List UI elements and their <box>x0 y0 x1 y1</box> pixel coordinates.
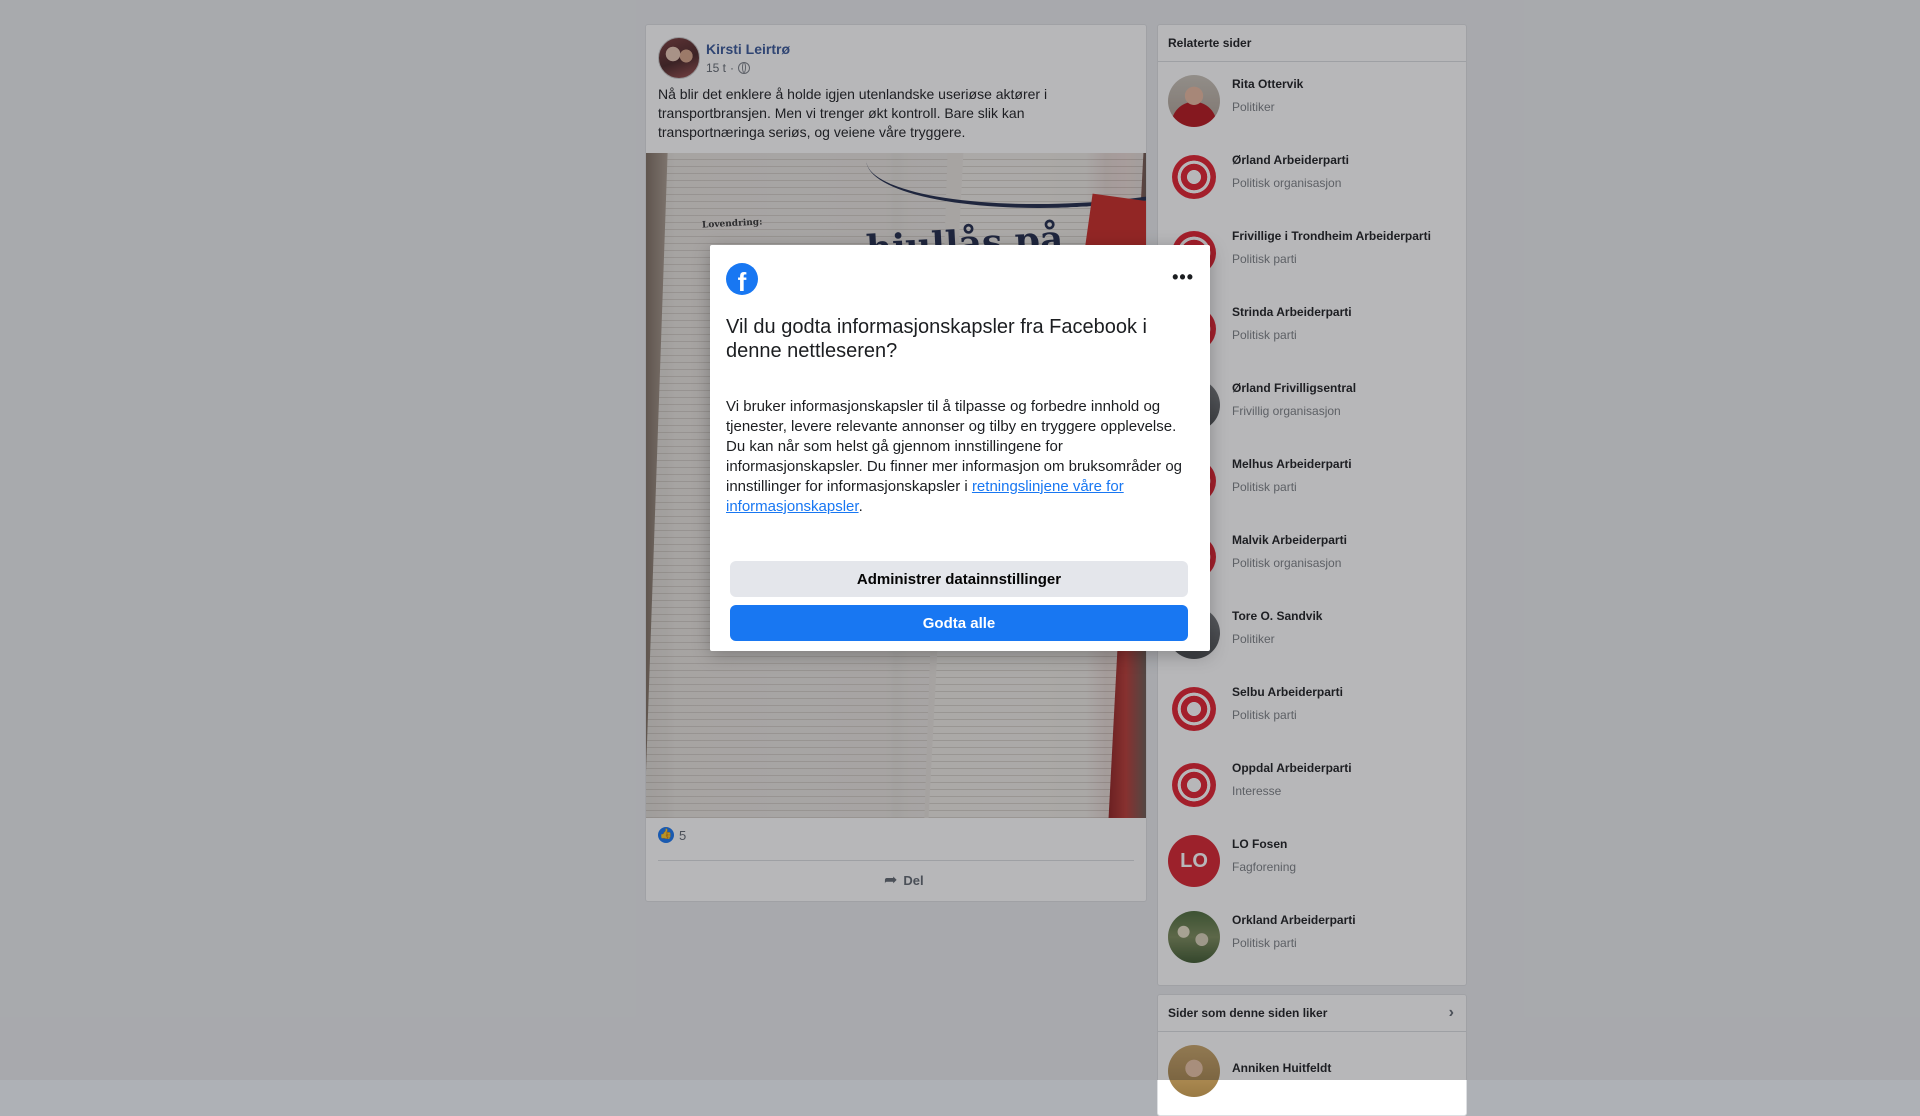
facebook-logo-icon: f <box>726 263 758 295</box>
accept-all-button[interactable]: Godta alle <box>730 605 1188 641</box>
more-options-icon[interactable]: ••• <box>1172 267 1194 288</box>
dialog-title: Vil du godta informasjonskapsler fra Fac… <box>726 316 1147 362</box>
cookie-consent-dialog: f ••• Vil du godta informasjonskapsler f… <box>710 245 1210 651</box>
manage-data-settings-button[interactable]: Administrer datainnstillinger <box>730 561 1188 597</box>
dialog-body: Vi bruker informasjonskapsler til å tilp… <box>726 397 1196 517</box>
dialog-body-end: . <box>858 498 863 515</box>
